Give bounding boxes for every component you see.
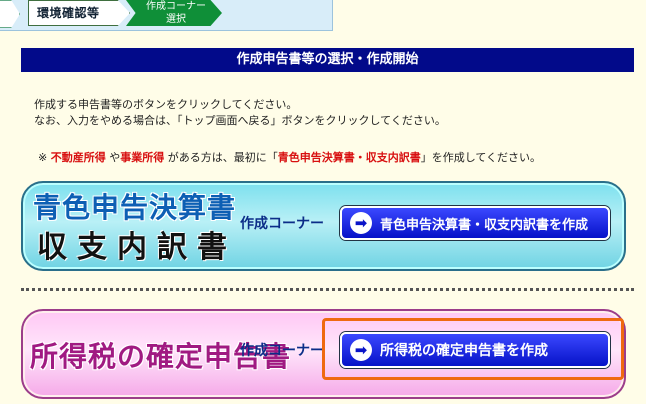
create-income-tax-return-button[interactable]: ➡ 所得税の確定申告書を作成 [340,332,610,368]
income-tax-corner-label: 作成コーナー [240,343,324,359]
income-statement-title: 収支内訳書 [37,230,237,265]
section-header: 作成申告書等の選択・作成開始 [21,48,634,72]
instruction-line-2: なお、入力をやめる場合は、「トップ画面へ戻る」ボタンをクリックしてください。 [34,114,446,127]
divider-dotted [21,288,634,291]
blue-corner-label: 作成コーナー [240,216,324,232]
step-environment-check-label: 環境確認等 [37,6,100,20]
arrow-right-icon: ➡ [350,212,372,234]
note-line: ※ 不動産所得 や事業所得 がある方は、最初に「青色申告決算書・収支内訳書」を作… [38,149,541,165]
create-income-tax-return-button-label: 所得税の確定申告書を作成 [380,343,548,359]
arrow-right-icon: ➡ [350,339,372,361]
step-environment-check: 環境確認等 [28,0,130,26]
note-ya: や [105,151,121,164]
note-real-estate: 不動産所得 [50,151,106,164]
note-mid: がある方は、最初に「 [164,151,278,164]
note-docs: 青色申告決算書・収支内訳書 [277,151,421,164]
step-current-label-line2: 選択 [166,14,186,25]
step-corner-select-current: 作成コーナー 選択 [126,0,222,26]
blue-return-title: 青色申告決算書 [33,191,237,224]
create-blue-return-button-label: 青色申告決算書・収支内訳書を作成 [380,217,589,233]
create-blue-return-button[interactable]: ➡ 青色申告決算書・収支内訳書を作成 [340,206,610,240]
note-prefix: ※ [38,151,51,164]
instruction-line-1: 作成する申告書等のボタンをクリックしてください。 [34,98,298,111]
note-suffix: 」を作成してください。 [420,151,542,164]
note-business: 事業所得 [120,151,165,164]
